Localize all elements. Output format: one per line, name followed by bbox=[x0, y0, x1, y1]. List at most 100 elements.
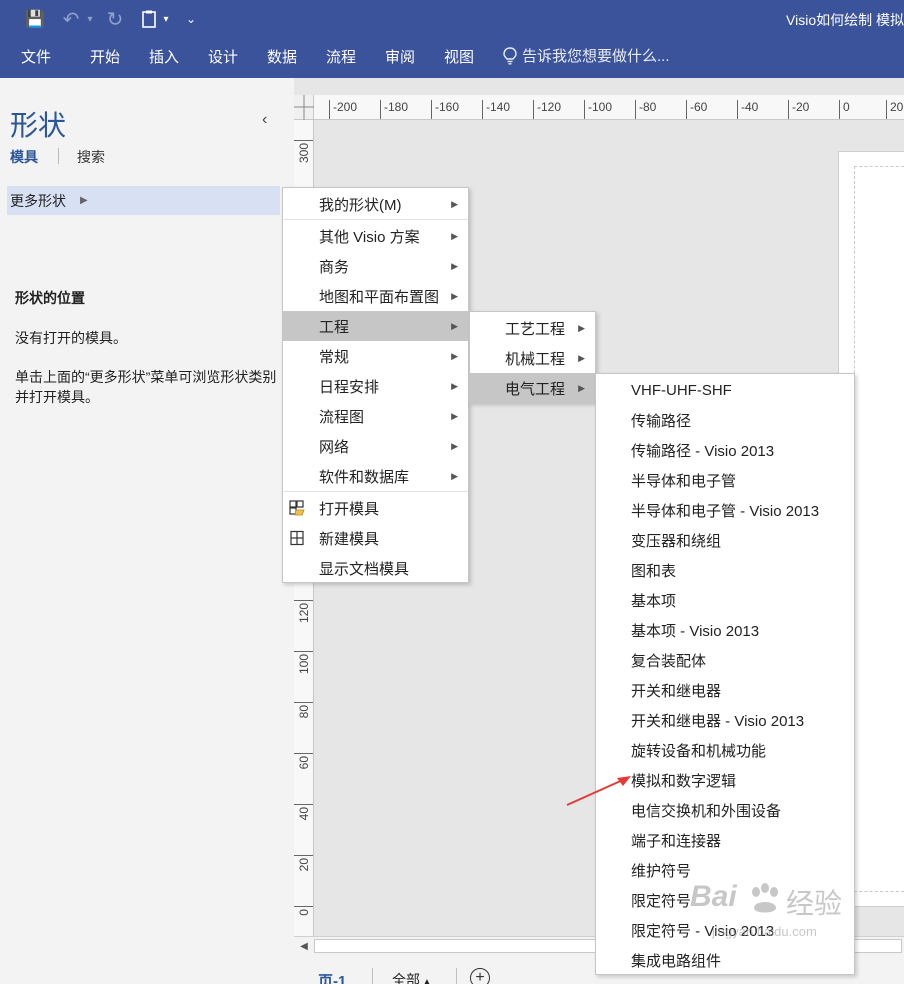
submenu-arrow-icon: ▶ bbox=[451, 380, 458, 391]
ruler-tick-label: -180 bbox=[380, 100, 408, 119]
tab-data[interactable]: 数据 bbox=[267, 46, 297, 67]
menu-item-show-document-stencil[interactable]: 显示文档模具 bbox=[283, 553, 468, 583]
ruler-tick-label: 100 bbox=[297, 654, 311, 675]
submenu-arrow-icon: ▶ bbox=[578, 352, 585, 363]
menu-item-label: 打开模具 bbox=[319, 500, 380, 518]
ruler-tick-label: -80 bbox=[635, 100, 656, 119]
submenu-arrow-icon: ▶ bbox=[451, 440, 458, 451]
watermark-url: jingyan.baidu.com bbox=[712, 924, 817, 939]
menu-item-transformers-windings[interactable]: 变压器和绕组 bbox=[596, 525, 854, 555]
collapse-pane-icon[interactable]: ‹ bbox=[262, 111, 267, 129]
menu-item-open-stencil[interactable]: 打开模具 bbox=[283, 493, 468, 523]
tab-process[interactable]: 流程 bbox=[326, 46, 356, 67]
tab-stencils[interactable]: 模具 bbox=[10, 147, 38, 167]
menu-item-label: 机械工程 bbox=[505, 350, 566, 368]
ruler-tick-label: -140 bbox=[482, 100, 510, 119]
menu-item-mechanical-engineering[interactable]: 机械工程 ▶ bbox=[470, 343, 595, 373]
ruler-tick-label: 80 bbox=[297, 705, 311, 719]
submenu-arrow-icon: ▶ bbox=[578, 322, 585, 333]
menu-item-label: 新建模具 bbox=[319, 530, 380, 548]
customize-toolbar-icon[interactable]: ⌄ bbox=[184, 8, 198, 30]
menu-item-switches-relays-2013[interactable]: 开关和继电器 - Visio 2013 bbox=[596, 705, 854, 735]
more-shapes-menu: 我的形状(M) ▶ 其他 Visio 方案 ▶ 商务 ▶ 地图和平面布置图 ▶ 工程 ▶ … bbox=[282, 187, 469, 583]
menu-item-schedule[interactable]: 日程安排 ▶ bbox=[283, 371, 468, 401]
page-tab-1[interactable]: 页-1 bbox=[318, 970, 346, 984]
ruler-tick: 40 bbox=[294, 804, 313, 820]
menu-item-rotating-equipment[interactable]: 旋转设备和机械功能 bbox=[596, 735, 854, 765]
menu-item-composite-assemblies[interactable]: 复合装配体 bbox=[596, 645, 854, 675]
scroll-left-icon[interactable]: ◀ bbox=[296, 939, 312, 953]
menu-item-general[interactable]: 常规 ▶ bbox=[283, 341, 468, 371]
clipboard-glyph-icon bbox=[142, 10, 156, 28]
menu-item-vhf-uhf-shf[interactable]: VHF-UHF-SHF bbox=[596, 375, 854, 405]
menu-item-maps-floor-plans[interactable]: 地图和平面布置图 ▶ bbox=[283, 281, 468, 311]
tab-home[interactable]: 开始 bbox=[90, 46, 120, 67]
paw-logo-icon bbox=[752, 883, 778, 913]
menu-item-label: 日程安排 bbox=[319, 378, 380, 396]
all-pages-button[interactable]: 全部 ▲ bbox=[392, 970, 432, 984]
menu-item-business[interactable]: 商务 ▶ bbox=[283, 251, 468, 281]
add-page-icon[interactable]: + bbox=[470, 968, 490, 984]
menu-item-flowchart[interactable]: 流程图 ▶ bbox=[283, 401, 468, 431]
ruler-corner bbox=[294, 95, 314, 120]
clipboard-dropdown-icon[interactable]: ▾ bbox=[160, 8, 172, 30]
page-bar-divider bbox=[372, 968, 373, 984]
menu-item-semiconductors-tubes[interactable]: 半导体和电子管 bbox=[596, 465, 854, 495]
menu-item-label: 工艺工程 bbox=[505, 320, 566, 338]
menu-item-terminals-meters[interactable]: 图和表 bbox=[596, 555, 854, 585]
menu-item-transmission-paths[interactable]: 传输路径 bbox=[596, 405, 854, 435]
undo-dropdown-icon[interactable]: ▾ bbox=[84, 8, 96, 30]
menu-item-other-visio-solutions[interactable]: 其他 Visio 方案 ▶ bbox=[283, 221, 468, 251]
menu-item-terminals-connectors[interactable]: 端子和连接器 bbox=[596, 825, 854, 855]
ruler-tick-label: 0 bbox=[297, 909, 311, 916]
menu-item-label: 我的形状(M) bbox=[319, 196, 402, 214]
more-shapes-label: 更多形状 bbox=[10, 192, 66, 209]
submenu-arrow-icon: ▶ bbox=[451, 350, 458, 361]
save-icon[interactable]: 💾 bbox=[24, 8, 46, 30]
menu-item-label: 电气工程 bbox=[505, 380, 566, 398]
menu-item-label: 工程 bbox=[319, 318, 350, 336]
undo-icon[interactable]: ↶ bbox=[60, 8, 82, 31]
tab-review[interactable]: 审阅 bbox=[385, 46, 415, 67]
menu-item-fundamental-items-2013[interactable]: 基本项 - Visio 2013 bbox=[596, 615, 854, 645]
menu-item-fundamental-items[interactable]: 基本项 bbox=[596, 585, 854, 615]
tab-search[interactable]: 搜索 bbox=[77, 147, 105, 167]
tell-me-box[interactable]: 告诉我您想要做什么... bbox=[502, 45, 670, 66]
redo-icon[interactable]: ↻ bbox=[104, 8, 126, 31]
ruler-tick: 300 bbox=[294, 140, 313, 163]
menu-item-network[interactable]: 网络 ▶ bbox=[283, 431, 468, 461]
menu-item-transmission-paths-2013[interactable]: 传输路径 - Visio 2013 bbox=[596, 435, 854, 465]
menu-item-process-engineering[interactable]: 工艺工程 ▶ bbox=[470, 313, 595, 343]
annotation-arrow-icon bbox=[566, 776, 631, 806]
tab-view[interactable]: 视图 bbox=[444, 46, 474, 67]
menu-item-switches-relays[interactable]: 开关和继电器 bbox=[596, 675, 854, 705]
ruler-tick: 20 bbox=[294, 855, 313, 871]
menu-item-label: 地图和平面布置图 bbox=[319, 288, 440, 306]
horizontal-ruler: -200 -180 -160 -140 -120 -100 -80 -60 -4… bbox=[314, 95, 904, 120]
ruler-tick-label: 20 bbox=[886, 100, 903, 119]
shapes-location-heading: 形状的位置 bbox=[15, 290, 85, 306]
more-shapes-button[interactable]: 更多形状 ▶ bbox=[7, 186, 280, 215]
tab-insert[interactable]: 插入 bbox=[149, 46, 179, 67]
submenu-arrow-icon: ▶ bbox=[451, 260, 458, 271]
caret-up-icon: ▲ bbox=[422, 977, 432, 984]
menu-item-semiconductors-tubes-2013[interactable]: 半导体和电子管 - Visio 2013 bbox=[596, 495, 854, 525]
clipboard-icon[interactable] bbox=[138, 8, 160, 30]
submenu-arrow-icon: ▶ bbox=[451, 470, 458, 481]
watermark: Bai 经验 jingyan.baidu.com bbox=[690, 880, 870, 972]
tab-file[interactable]: 文件 bbox=[21, 46, 51, 67]
page-margin-guide bbox=[854, 166, 904, 892]
menu-item-engineering[interactable]: 工程 ▶ bbox=[283, 311, 468, 341]
submenu-arrow-icon: ▶ bbox=[451, 290, 458, 301]
menu-item-electrical-engineering[interactable]: 电气工程 ▶ bbox=[470, 373, 595, 403]
menu-divider bbox=[284, 491, 467, 492]
open-stencil-icon bbox=[289, 500, 305, 516]
tab-design[interactable]: 设计 bbox=[208, 46, 238, 67]
menu-item-new-stencil[interactable]: 新建模具 bbox=[283, 523, 468, 553]
menu-item-software-database[interactable]: 软件和数据库 ▶ bbox=[283, 461, 468, 491]
title-bar: 💾 ↶ ▾ ↻ ▾ ⌄ Visio如何绘制 模拟 bbox=[0, 0, 904, 38]
menu-item-my-shapes[interactable]: 我的形状(M) ▶ bbox=[283, 189, 468, 219]
ruler-tick: 60 bbox=[294, 753, 313, 769]
ribbon-tabs: 文件 开始 插入 设计 数据 流程 审阅 视图 告诉我您想要做什么... bbox=[0, 38, 904, 78]
ruler-tick-label: -120 bbox=[533, 100, 561, 119]
